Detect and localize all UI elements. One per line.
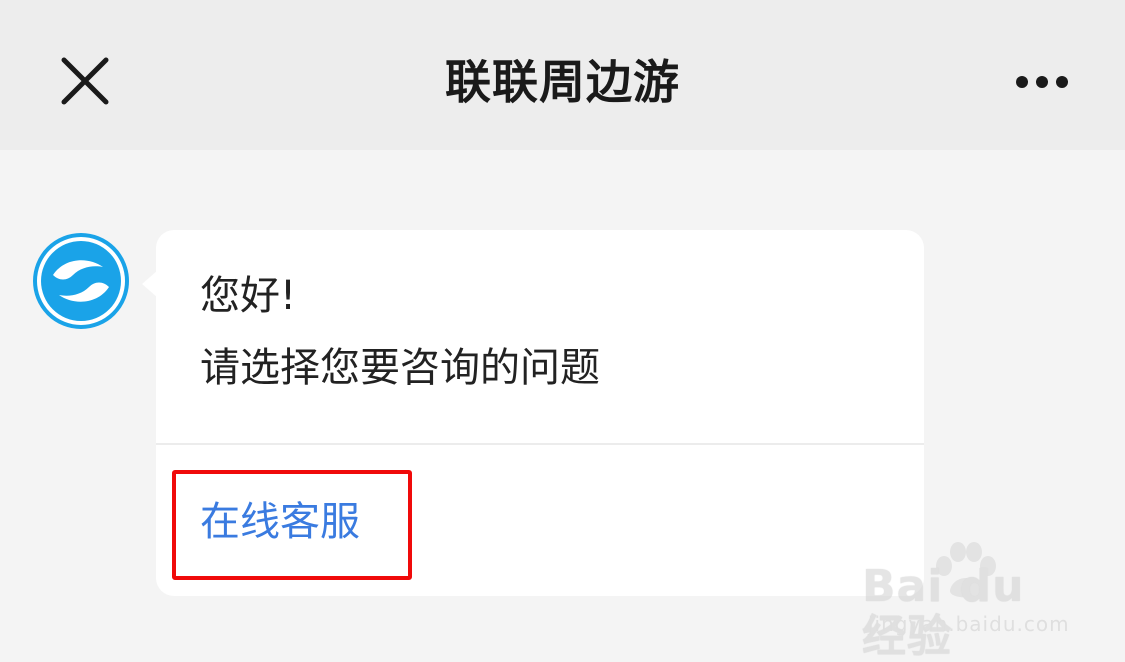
page-title: 联联周边游	[445, 55, 680, 109]
top-bar: 联联周边游	[0, 0, 1125, 150]
baidu-watermark: Bai du 经验 jingyan.baidu.com	[862, 540, 1082, 662]
more-button[interactable]	[1000, 60, 1084, 104]
prompt-text: 请选择您要咨询的问题	[200, 345, 600, 391]
watermark-url: jingyan.baidu.com	[868, 612, 1070, 636]
highlight-annotation	[172, 470, 412, 580]
more-dots-icon	[1016, 76, 1068, 88]
bot-avatar	[31, 231, 131, 331]
greeting-text: 您好!	[200, 273, 297, 319]
lianlian-logo-icon	[33, 233, 129, 329]
bubble-divider	[156, 443, 924, 445]
